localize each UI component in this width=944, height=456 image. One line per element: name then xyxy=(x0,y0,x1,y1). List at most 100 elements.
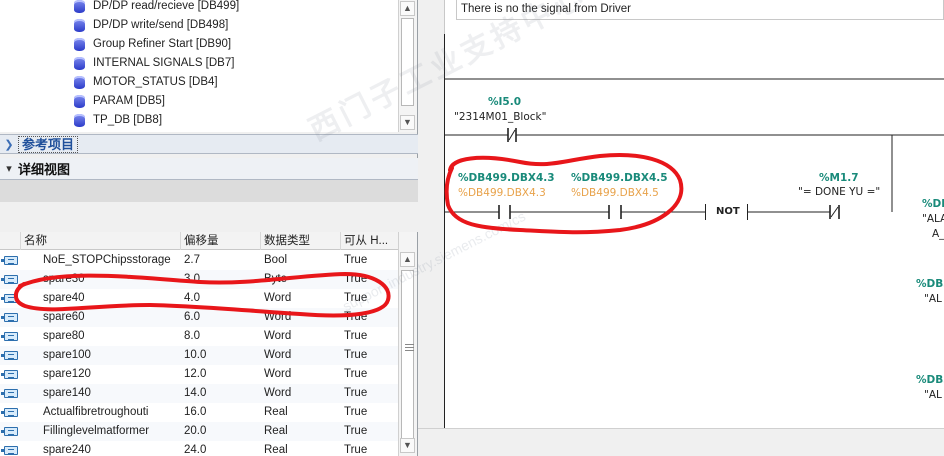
tree-item-db8[interactable]: TP_DB [DB8] xyxy=(74,111,162,129)
chevron-down-icon: ▾ xyxy=(6,163,12,175)
editor-bottom-bar xyxy=(418,428,944,456)
table-scrollbar[interactable]: ▲ ▼ xyxy=(398,232,417,456)
variable-icon xyxy=(1,370,18,379)
variable-icon xyxy=(1,351,18,360)
detail-view-spacer xyxy=(0,202,418,232)
row-access: True xyxy=(344,330,368,342)
tree-item-label: DP/DP write/send [DB498] xyxy=(93,19,229,31)
tree-item-db90[interactable]: Group Refiner Start [DB90] xyxy=(74,35,231,53)
detail-view-header[interactable]: ▾ 详细视图 xyxy=(0,158,418,180)
contact3-actual: %DB499.DBX4.5 xyxy=(571,187,659,199)
contact3-address: %DB499.DBX4.5 xyxy=(571,172,668,184)
coil1-symbol: "ALA xyxy=(922,213,944,225)
scroll-up-icon[interactable]: ▲ xyxy=(400,1,415,16)
row-access: True xyxy=(344,311,368,323)
row-access: True xyxy=(344,387,368,399)
contact-db499-dbx4-5[interactable] xyxy=(608,202,622,222)
col-name-header[interactable]: 名称 xyxy=(20,232,180,250)
row-name: spare100 xyxy=(43,349,91,361)
row-name: Fillinglevelmatformer xyxy=(43,425,150,437)
db-tree-list: DP/DP read/recieve [DB499] DP/DP write/s… xyxy=(0,0,398,132)
row-access: True xyxy=(344,254,368,266)
scroll-grip xyxy=(405,350,414,351)
row-type: Real xyxy=(264,444,288,456)
row-name: spare240 xyxy=(43,444,91,456)
tree-item-db4[interactable]: MOTOR_STATUS [DB4] xyxy=(74,73,218,91)
tree-scrollbar[interactable]: ▲ ▼ xyxy=(398,0,417,132)
tree-item-db5[interactable]: PARAM [DB5] xyxy=(74,92,165,110)
table-row[interactable]: spare80 8.0 Word True xyxy=(0,327,398,346)
row-access: True xyxy=(344,349,368,361)
variable-icon xyxy=(1,294,18,303)
variable-icon xyxy=(1,408,18,417)
tree-item-label: MOTOR_STATUS [DB4] xyxy=(93,76,218,88)
table-row[interactable]: spare30 3.0 Byte True xyxy=(0,270,398,289)
row-offset: 10.0 xyxy=(184,349,207,361)
row-access: True xyxy=(344,406,368,418)
reference-projects-header[interactable]: ❯ 参考项目 xyxy=(0,134,418,154)
contact-db499-dbx4-3[interactable] xyxy=(498,202,511,222)
row-offset: 4.0 xyxy=(184,292,200,304)
row-offset: 2.7 xyxy=(184,254,200,266)
row-offset: 20.0 xyxy=(184,425,207,437)
table-row[interactable]: spare240 24.0 Real True xyxy=(0,441,398,456)
table-row[interactable]: NoE_STOPChipsstorage 2.7 Bool True xyxy=(0,251,398,270)
detail-view-title: 详细视图 xyxy=(18,162,71,177)
table-row[interactable]: spare40 4.0 Word True xyxy=(0,289,398,308)
tree-item-db7[interactable]: INTERNAL SIGNALS [DB7] xyxy=(74,54,234,72)
table-row[interactable]: spare100 10.0 Word True xyxy=(0,346,398,365)
contact2-actual: %DB499.DBX4.3 xyxy=(458,187,546,199)
row-type: Word xyxy=(264,349,292,361)
tree-item-db499[interactable]: DP/DP read/recieve [DB499] xyxy=(74,0,239,15)
col-access-header[interactable]: 可从 H... xyxy=(340,232,398,250)
contact1-address: %I5.0 xyxy=(488,96,522,108)
col-offset-header[interactable]: 偏移量 xyxy=(180,232,260,250)
data-block-icon xyxy=(74,113,85,127)
table-header: 名称 偏移量 数据类型 可从 H... xyxy=(0,232,398,250)
row-name: Actualfibretroughouti xyxy=(43,406,149,418)
data-block-icon xyxy=(74,0,85,13)
coil1-extra: A_ xyxy=(932,228,944,240)
scroll-down-icon[interactable]: ▼ xyxy=(400,115,415,130)
col-type-header[interactable]: 数据类型 xyxy=(260,232,340,250)
tree-item-db498[interactable]: DP/DP write/send [DB498] xyxy=(74,16,228,34)
row-access: True xyxy=(344,368,368,380)
data-block-icon xyxy=(74,56,85,70)
table-row[interactable]: Actualfibretroughouti 16.0 Real True xyxy=(0,403,398,422)
row-offset: 3.0 xyxy=(184,273,200,285)
data-block-icon xyxy=(74,18,85,32)
contact-m1-7[interactable] xyxy=(829,202,840,222)
table-row[interactable]: spare140 14.0 Word True xyxy=(0,384,398,403)
scroll-thumb[interactable] xyxy=(401,18,414,106)
row-type: Real xyxy=(264,406,288,418)
variable-icon xyxy=(1,389,18,398)
data-block-icon xyxy=(74,75,85,89)
row-type: Word xyxy=(264,311,292,323)
reference-projects-title: 参考项目 xyxy=(18,135,79,153)
scroll-thumb[interactable] xyxy=(401,270,414,446)
row-type: Word xyxy=(264,330,292,342)
scroll-down-icon[interactable]: ▼ xyxy=(400,438,415,453)
scroll-up-icon[interactable]: ▲ xyxy=(400,252,415,267)
scroll-grip xyxy=(405,347,414,348)
variable-icon xyxy=(1,256,18,265)
row-offset: 14.0 xyxy=(184,387,207,399)
chevron-right-icon: ❯ xyxy=(4,138,14,151)
not-label: NOT xyxy=(716,206,740,217)
variable-icon xyxy=(1,275,18,284)
row-access: True xyxy=(344,273,368,285)
tree-item-label: PARAM [DB5] xyxy=(93,95,165,107)
contact4-symbol: "= DONE YU =" xyxy=(798,186,881,198)
row-name: spare140 xyxy=(43,387,91,399)
tree-item-label: DP/DP read/recieve [DB499] xyxy=(93,0,240,12)
row-access: True xyxy=(344,444,368,456)
row-name: spare60 xyxy=(43,311,85,323)
table-row[interactable]: Fillinglevelmatformer 20.0 Real True xyxy=(0,422,398,441)
scroll-grip xyxy=(405,344,414,345)
row-offset: 16.0 xyxy=(184,406,207,418)
row-type: Word xyxy=(264,387,292,399)
table-row[interactable]: spare60 6.0 Word True xyxy=(0,308,398,327)
contact-i5-0[interactable] xyxy=(507,125,517,145)
table-row[interactable]: spare120 12.0 Word True xyxy=(0,365,398,384)
detail-table: 名称 偏移量 数据类型 可从 H... NoE_STOPChipsstorage… xyxy=(0,232,398,456)
